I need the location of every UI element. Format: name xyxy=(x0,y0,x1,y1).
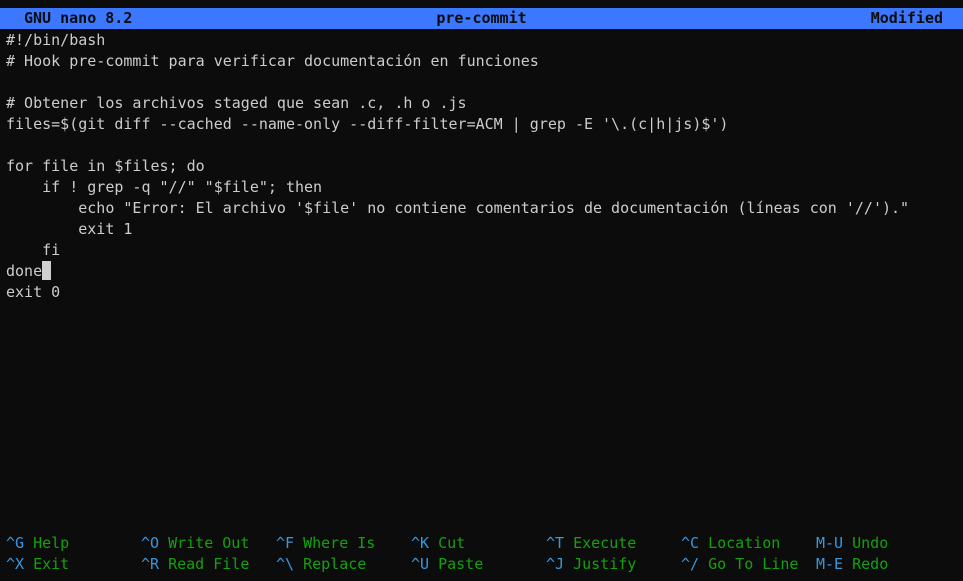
shortcut-key: ^C xyxy=(681,534,700,552)
shortcut-key: ^J xyxy=(546,555,565,573)
shortcut-label: Undo xyxy=(852,534,889,552)
shortcut-key: M-E xyxy=(816,555,844,573)
shortcut-label: Write Out xyxy=(168,534,250,552)
shortcut-label: Location xyxy=(708,534,781,552)
editor-line-text: fi xyxy=(6,241,61,259)
editor-line-text: exit 1 xyxy=(6,220,133,238)
shortcut-key: ^/ xyxy=(681,555,700,573)
shortcut-key: ^X xyxy=(6,555,25,573)
shortcut-key: ^U xyxy=(411,555,430,573)
shortcut-key: ^O xyxy=(141,534,160,552)
shortcut-key: ^F xyxy=(276,534,295,552)
editor-line[interactable] xyxy=(6,72,963,93)
editor-line[interactable] xyxy=(6,135,963,156)
shortcut-item[interactable]: ^/ Go To Line xyxy=(681,554,816,575)
modified-status: Modified xyxy=(870,9,943,27)
shortcut-item[interactable]: ^C Location xyxy=(681,533,816,554)
shortcut-label: Help xyxy=(33,534,70,552)
shortcut-item[interactable]: ^G Help xyxy=(6,533,141,554)
shortcut-key: ^R xyxy=(141,555,160,573)
shortcut-key: M-U xyxy=(816,534,844,552)
editor-line-text: if ! grep -q "//" "$file"; then xyxy=(6,178,323,196)
editor-line-text: exit 0 xyxy=(6,283,61,301)
filename-label: pre-commit xyxy=(436,9,527,27)
editor-line[interactable]: # Hook pre-commit para verificar documen… xyxy=(6,51,963,72)
editor-line-text: done xyxy=(6,262,43,280)
shortcut-key: ^G xyxy=(6,534,25,552)
editor-line-text: # Hook pre-commit para verificar documen… xyxy=(6,52,539,70)
shortcut-label: Where Is xyxy=(303,534,376,552)
shortcut-key: ^\ xyxy=(276,555,295,573)
shortcut-label: Justify xyxy=(573,555,637,573)
editor-line[interactable]: done xyxy=(6,261,963,282)
editor-line-text: #!/bin/bash xyxy=(6,31,106,49)
shortcut-item[interactable]: M-U Undo xyxy=(816,533,951,554)
shortcut-bar: ^G Help ^O Write Out ^F Where Is ^K Cut ^T E… xyxy=(6,533,956,575)
shortcut-item[interactable]: ^\ Replace xyxy=(276,554,411,575)
shortcut-label: Exit xyxy=(33,555,70,573)
shortcut-label: Paste xyxy=(438,555,484,573)
shortcut-key: ^T xyxy=(546,534,565,552)
editor-line[interactable]: exit 1 xyxy=(6,219,963,240)
shortcut-item[interactable]: ^K Cut xyxy=(411,533,546,554)
shortcut-item[interactable]: ^O Write Out xyxy=(141,533,276,554)
nano-terminal-window: GNU nano 8.2 pre-commit Modified #!/bin/… xyxy=(0,0,963,581)
editor-line[interactable]: if ! grep -q "//" "$file"; then xyxy=(6,177,963,198)
editor-text-area[interactable]: #!/bin/bash # Hook pre-commit para verifi… xyxy=(6,30,963,303)
editor-line[interactable]: echo "Error: El archivo '$file' no conti… xyxy=(6,198,963,219)
shortcut-item[interactable]: ^J Justify xyxy=(546,554,681,575)
editor-line[interactable]: for file in $files; do xyxy=(6,156,963,177)
shortcut-item[interactable]: ^R Read File xyxy=(141,554,276,575)
shortcut-label: Replace xyxy=(303,555,367,573)
nano-title-bar: GNU nano 8.2 pre-commit Modified xyxy=(0,8,963,29)
editor-line[interactable]: exit 0 xyxy=(6,282,963,303)
shortcut-item[interactable]: ^U Paste xyxy=(411,554,546,575)
shortcut-label: Cut xyxy=(438,534,466,552)
editor-line[interactable]: # Obtener los archivos staged que sean .… xyxy=(6,93,963,114)
editor-line[interactable]: #!/bin/bash xyxy=(6,30,963,51)
shortcut-row-2: ^X Exit ^R Read File ^\ Replace ^U Paste ^J … xyxy=(6,554,956,575)
shortcut-item[interactable]: M-E Redo xyxy=(816,554,951,575)
shortcut-label: Go To Line xyxy=(708,555,799,573)
text-cursor xyxy=(42,261,52,280)
shortcut-label: Redo xyxy=(852,555,889,573)
editor-line[interactable]: fi xyxy=(6,240,963,261)
editor-line-text: files=$(git diff --cached --name-only --… xyxy=(6,115,729,133)
shortcut-item[interactable]: ^F Where Is xyxy=(276,533,411,554)
shortcut-key: ^K xyxy=(411,534,430,552)
shortcut-label: Execute xyxy=(573,534,637,552)
shortcut-label: Read File xyxy=(168,555,250,573)
shortcut-item[interactable]: ^X Exit xyxy=(6,554,141,575)
shortcut-item[interactable]: ^T Execute xyxy=(546,533,681,554)
editor-line[interactable]: files=$(git diff --cached --name-only --… xyxy=(6,114,963,135)
editor-line-text: # Obtener los archivos staged que sean .… xyxy=(6,94,467,112)
shortcut-row-1: ^G Help ^O Write Out ^F Where Is ^K Cut ^T E… xyxy=(6,533,956,554)
editor-line-text: for file in $files; do xyxy=(6,157,205,175)
editor-line-text: echo "Error: El archivo '$file' no conti… xyxy=(6,199,910,217)
